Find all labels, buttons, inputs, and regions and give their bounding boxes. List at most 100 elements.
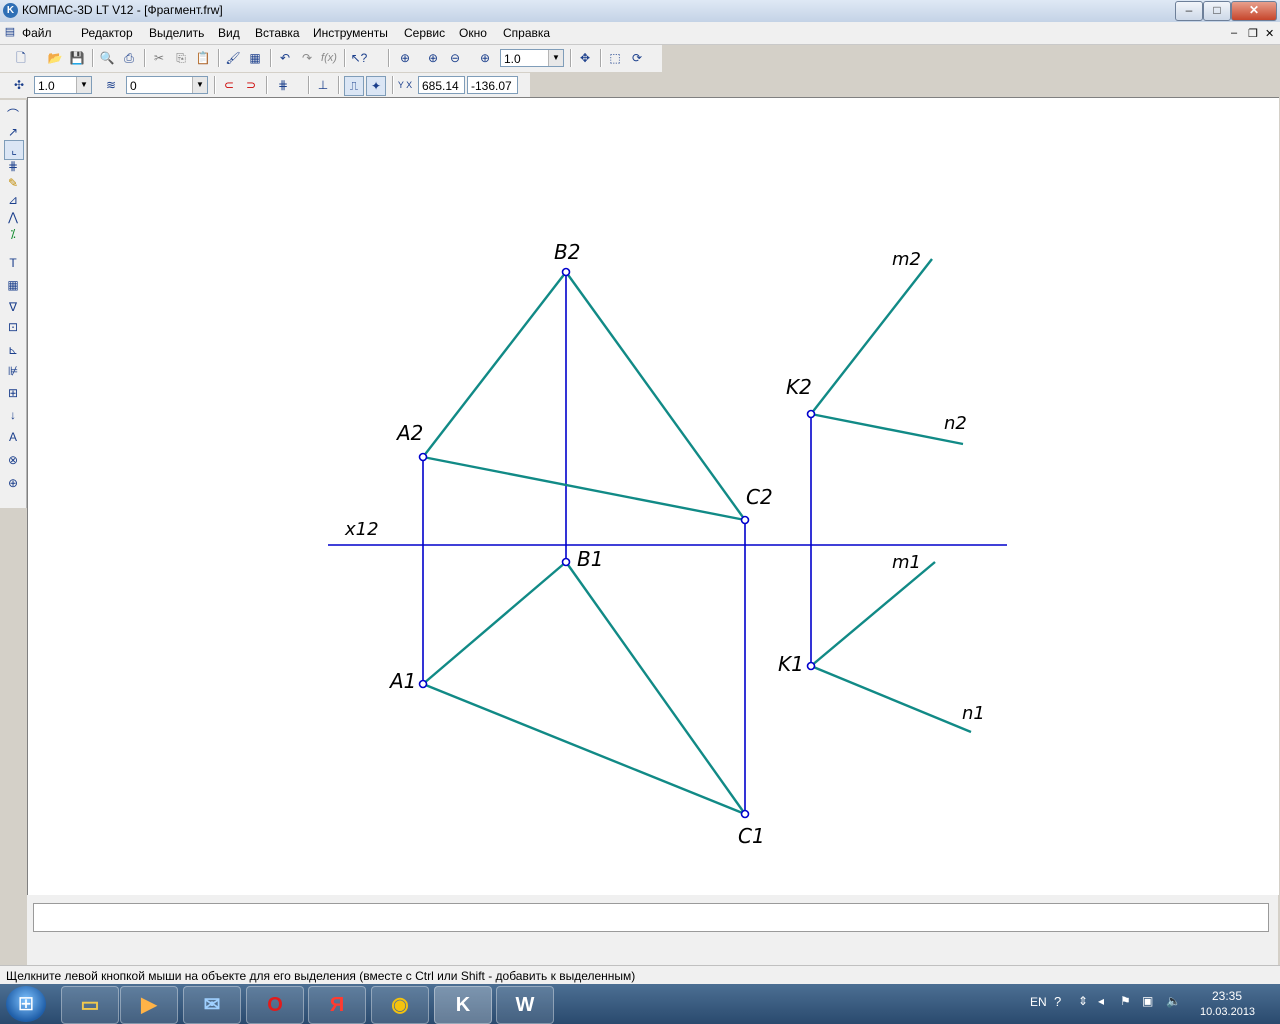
menu-select[interactable]: Выделить xyxy=(149,26,204,40)
base-icon[interactable]: ⊡ xyxy=(4,318,22,336)
snap-magnet-icon[interactable]: ⊂ xyxy=(220,76,238,94)
tray-chevron-icon[interactable]: ⇕ xyxy=(1078,994,1088,1008)
step-combo[interactable]: 1.0 ▼ xyxy=(34,76,92,94)
menu-insert[interactable]: Вставка xyxy=(255,26,300,40)
help-icon[interactable]: ? xyxy=(1054,994,1061,1009)
paste-icon[interactable]: 📋 xyxy=(194,49,212,67)
show-all-icon[interactable]: ⬚ xyxy=(606,49,624,67)
refresh-icon[interactable]: ⟳ xyxy=(628,49,646,67)
menu-tools[interactable]: Инструменты xyxy=(313,26,388,40)
print-preview-icon[interactable]: 🔍 xyxy=(98,49,116,67)
measure-icon[interactable]: ⊿ xyxy=(4,191,22,209)
print-icon[interactable]: ⎙ xyxy=(120,49,138,67)
line-m1[interactable] xyxy=(810,561,936,667)
mdi-minimize-button[interactable]: – xyxy=(1231,27,1237,39)
cut-icon[interactable]: ✂ xyxy=(150,49,168,67)
menu-help[interactable]: Справка xyxy=(503,26,550,40)
chevron-down-icon[interactable]: ▼ xyxy=(76,77,91,93)
edge-a2-c2[interactable] xyxy=(422,455,746,522)
local-snap-icon[interactable]: ⊃ xyxy=(242,76,260,94)
point-b1[interactable] xyxy=(561,557,571,567)
point-k2[interactable] xyxy=(806,409,816,419)
dimensions-icon[interactable]: ↗ xyxy=(4,123,22,141)
zoom-out-icon[interactable]: ⊖ xyxy=(446,49,464,67)
spec-icon[interactable]: ⁒ xyxy=(4,225,22,243)
text-icon[interactable]: T xyxy=(4,254,22,272)
layer-combo[interactable]: 0 ▼ xyxy=(126,76,208,94)
taskbar-explorer-icon[interactable]: ▭ xyxy=(61,986,119,1024)
menu-service[interactable]: Сервис xyxy=(404,26,445,40)
undo-icon[interactable]: ↶ xyxy=(276,49,294,67)
context-help-icon[interactable]: ↖? xyxy=(350,49,368,67)
editing-icon[interactable]: ⋕ xyxy=(4,157,22,175)
point-c1[interactable] xyxy=(740,809,750,819)
point-a2[interactable] xyxy=(418,452,428,462)
function-icon[interactable]: f(x) xyxy=(320,49,338,67)
center-mark-icon[interactable]: ⊕ xyxy=(4,474,22,492)
taskbar-chrome-icon[interactable]: ◉ xyxy=(371,986,429,1024)
properties-icon[interactable]: ▦ xyxy=(246,49,264,67)
redo-icon[interactable]: ↷ xyxy=(298,49,316,67)
menu-editor[interactable]: Редактор xyxy=(81,26,133,40)
drawing-svg[interactable]: B2 A2 C2 x12 B1 A1 C1 K2 m2 n2 m1 K1 n1 xyxy=(28,98,1279,895)
language-indicator[interactable]: EN xyxy=(1030,995,1047,1009)
zoom-window-icon[interactable]: ⊕ xyxy=(396,49,414,67)
point-b2[interactable] xyxy=(561,267,571,277)
point-k1[interactable] xyxy=(806,661,816,671)
tolerance-icon[interactable]: ⊞ xyxy=(4,384,22,402)
taskbar-word-icon[interactable]: W xyxy=(496,986,554,1024)
mdi-close-button[interactable]: ✕ xyxy=(1265,27,1274,40)
edge-a1-c1[interactable] xyxy=(422,682,746,816)
position-leader-icon[interactable]: ⊯ xyxy=(4,362,22,380)
coord-x-field[interactable]: 685.14 xyxy=(418,76,465,94)
step-cursor-icon[interactable]: ✣ xyxy=(10,76,28,94)
chevron-down-icon[interactable]: ▼ xyxy=(548,50,563,66)
command-line-field[interactable] xyxy=(33,903,1269,932)
menu-window[interactable]: Окно xyxy=(459,26,487,40)
point-a1[interactable] xyxy=(418,679,428,689)
taskbar-opera-icon[interactable]: O xyxy=(246,986,304,1024)
edge-a2-b2[interactable] xyxy=(422,271,567,458)
clock-time[interactable]: 23:35 xyxy=(1212,989,1242,1003)
line-n2[interactable] xyxy=(810,412,964,446)
copy-icon[interactable]: ⎘ xyxy=(172,49,190,67)
local-cs-icon[interactable]: ⊥ xyxy=(314,76,332,94)
edge-b2-c2[interactable] xyxy=(565,271,746,521)
tray-arrow-icon[interactable]: ◂ xyxy=(1098,994,1104,1008)
line-m2[interactable] xyxy=(810,258,933,415)
kompas-app-icon[interactable]: K xyxy=(3,3,18,18)
grid-icon[interactable]: ⋕ xyxy=(274,76,292,94)
coord-y-field[interactable]: -136.07 xyxy=(467,76,518,94)
new-document-icon[interactable]: 🗋 xyxy=(12,49,30,67)
edge-a1-b1[interactable] xyxy=(422,561,567,685)
layers-icon[interactable]: ≋ xyxy=(102,76,120,94)
geometry-icon[interactable]: ⌒ xyxy=(4,106,22,124)
edge-b1-c1[interactable] xyxy=(565,561,746,815)
select-icon[interactable]: ⋀ xyxy=(4,208,22,226)
taskbar-mail-icon[interactable]: ✉ xyxy=(183,986,241,1024)
parametrization-icon[interactable]: ✎ xyxy=(4,174,22,192)
zoom-scale-icon[interactable]: ⊕ xyxy=(476,49,494,67)
clock-date[interactable]: 10.03.2013 xyxy=(1200,1006,1255,1018)
point-c2[interactable] xyxy=(740,515,750,525)
action-center-flag-icon[interactable]: ⚑ xyxy=(1120,994,1131,1008)
start-button[interactable]: ⊞ xyxy=(6,986,46,1022)
taskbar-media-player-icon[interactable]: ▶ xyxy=(120,986,178,1024)
axis-icon[interactable]: ⊗ xyxy=(4,451,22,469)
volume-icon[interactable]: 🔈 xyxy=(1166,994,1181,1008)
menu-view[interactable]: Вид xyxy=(218,26,240,40)
line-n1[interactable] xyxy=(810,664,972,734)
document-icon[interactable]: ▤ xyxy=(2,24,18,40)
save-icon[interactable]: 💾 xyxy=(68,49,86,67)
ortho-mode-icon[interactable]: ⎍ xyxy=(344,76,364,96)
taskbar-kompas-icon[interactable]: K xyxy=(434,986,492,1024)
table-icon[interactable]: ▦ xyxy=(4,276,22,294)
open-folder-icon[interactable]: 📂 xyxy=(46,49,64,67)
close-button[interactable]: ✕ xyxy=(1231,1,1277,21)
roughness-icon[interactable]: ∇ xyxy=(4,298,22,316)
zoom-in-icon[interactable]: ⊕ xyxy=(424,49,442,67)
snap-points-icon[interactable]: ✦ xyxy=(366,76,386,96)
pan-icon[interactable]: ✥ xyxy=(576,49,594,67)
view-arrow-icon[interactable]: ↓ xyxy=(4,406,22,424)
network-icon[interactable]: ▣ xyxy=(1142,994,1153,1008)
